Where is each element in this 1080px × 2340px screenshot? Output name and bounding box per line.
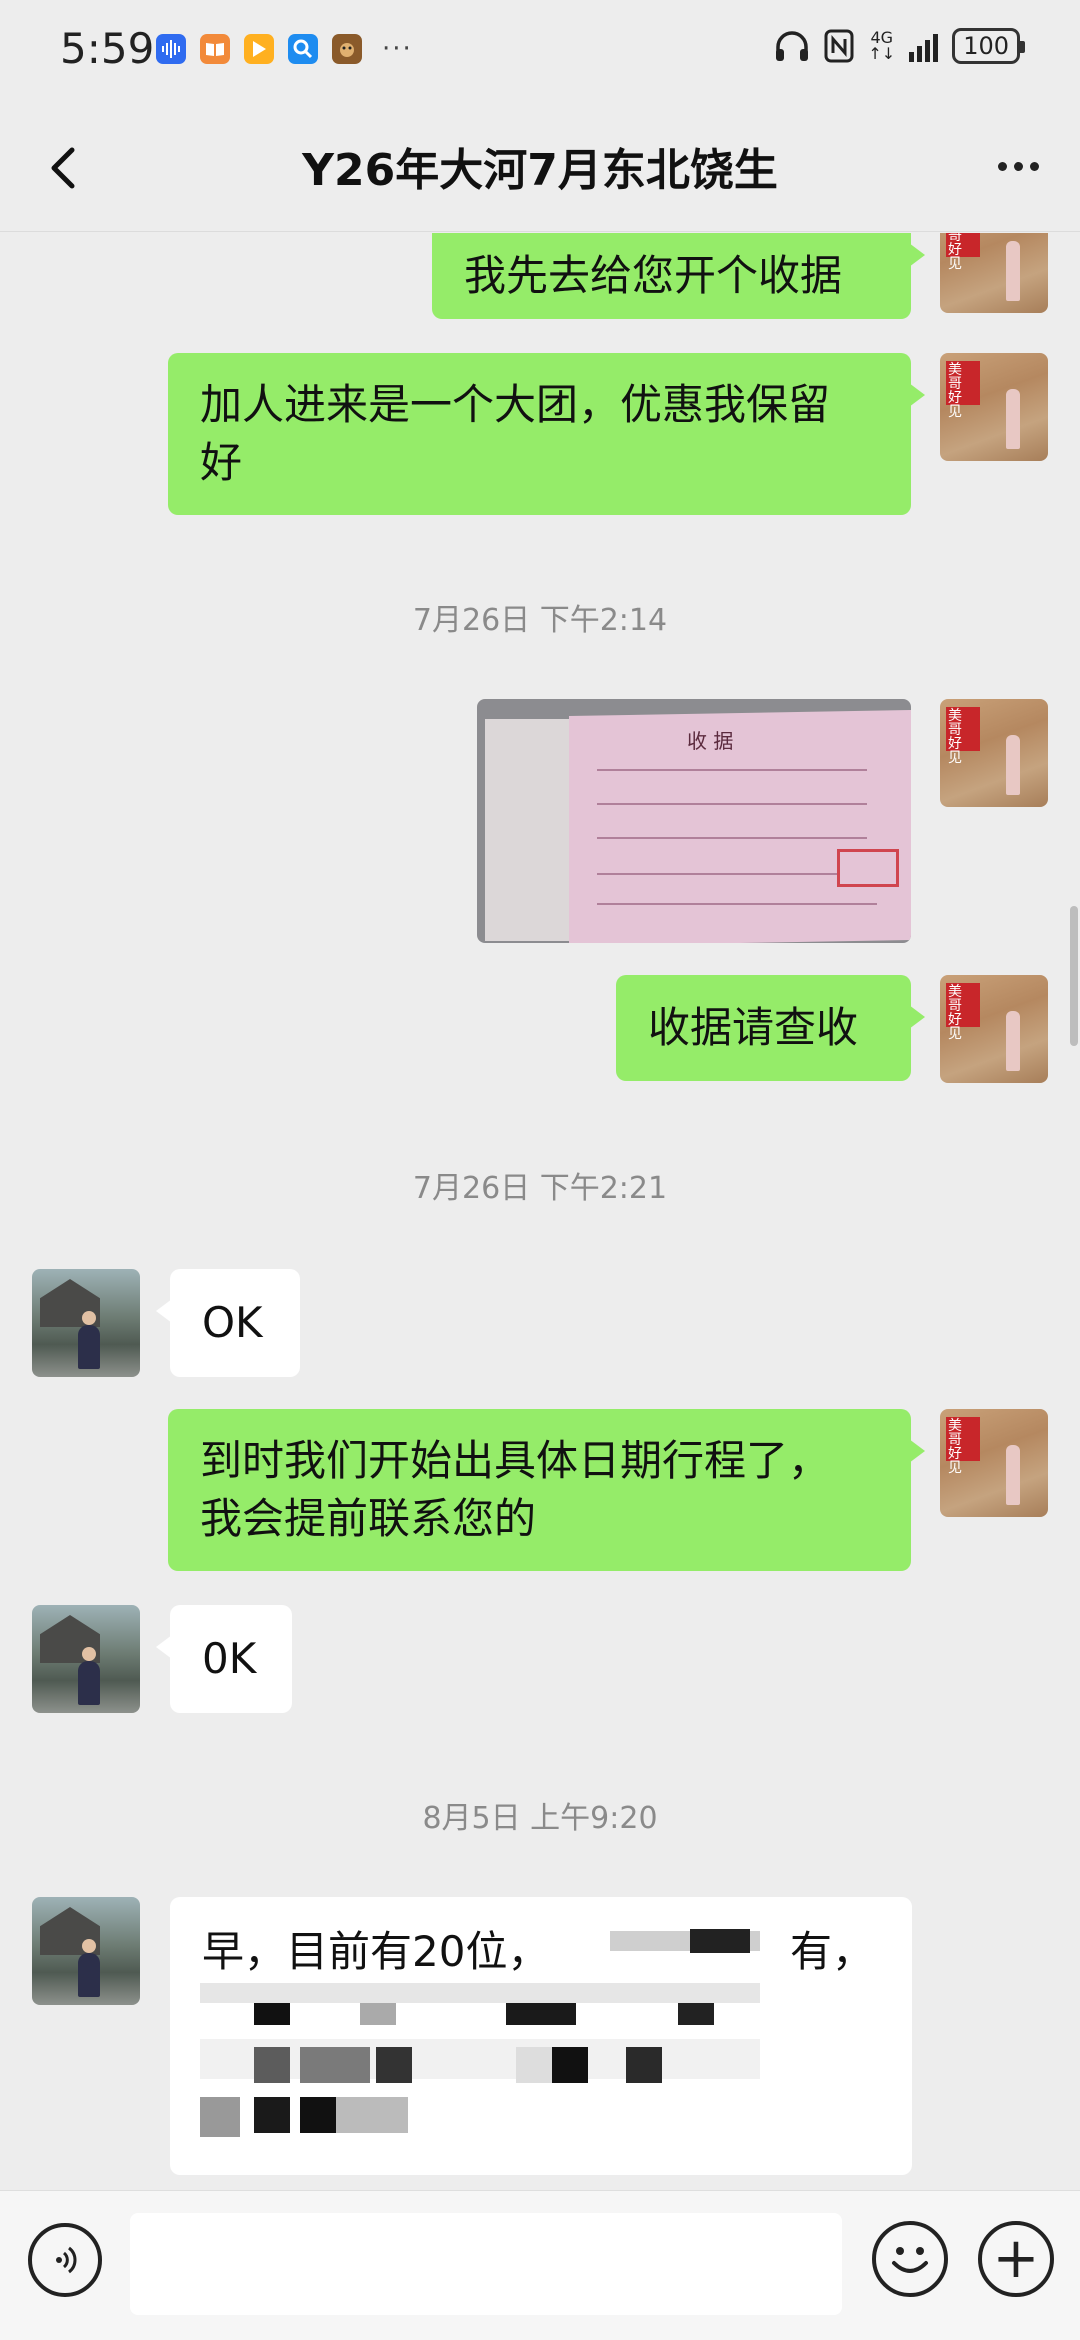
search-app-icon (288, 34, 318, 64)
headphones-icon (776, 31, 809, 61)
my-avatar[interactable]: 美 哥好 见 (940, 699, 1048, 807)
redaction-block (690, 1929, 750, 1953)
more-notifications-icon: ··· (382, 34, 413, 64)
message-bubble-sent[interactable]: 加人进来是一个大团，优惠我保留 好 (168, 353, 925, 515)
nfc-icon (824, 29, 854, 63)
my-avatar[interactable]: 美 哥好 见 (940, 975, 1048, 1083)
game-app-icon (332, 34, 362, 64)
signal-icon (909, 30, 939, 62)
emoji-button[interactable] (872, 2221, 948, 2297)
emoji-icon (892, 2247, 928, 2273)
contact-avatar[interactable] (32, 1269, 140, 1377)
book-app-icon (200, 34, 230, 64)
message-list[interactable]: 我先去给您开个收据 美 哥好 见 加人进来是一个大团，优惠我保留 好 美 哥好 … (0, 233, 1080, 2190)
message-text-line: 我会提前联系您的 (200, 1494, 537, 1543)
red-seal (837, 849, 899, 887)
my-avatar[interactable]: 美 哥好 见 (940, 233, 1048, 313)
message-bubble-received[interactable]: 0K (156, 1605, 292, 1713)
redaction-block (516, 2047, 552, 2083)
plus-button[interactable]: + (978, 2221, 1054, 2297)
voice-app-icon (156, 34, 186, 64)
voice-icon (56, 2246, 77, 2274)
message-text-line: 到时我们开始出具体日期行程了， (200, 1436, 831, 1485)
redaction-block (254, 2003, 290, 2025)
redaction-block (254, 2047, 290, 2083)
message-bubble-received[interactable]: OK (156, 1269, 300, 1377)
contact-avatar[interactable] (32, 1897, 140, 2005)
redaction-block (254, 2097, 290, 2133)
message-input[interactable] (130, 2213, 842, 2315)
message-text: 0K (202, 1634, 257, 1683)
plus-icon: + (992, 2226, 1040, 2291)
message-bubble-sent[interactable]: 到时我们开始出具体日期行程了， 我会提前联系您的 (168, 1409, 925, 1571)
scrollbar[interactable] (1070, 906, 1078, 1046)
my-avatar[interactable]: 美 哥好 见 (940, 353, 1048, 461)
message-text-line: 好 (200, 438, 243, 487)
redaction-block (678, 2003, 714, 2025)
timestamp: 8月5日 上午9:20 (422, 1801, 658, 1836)
message-text-partial: 有， (790, 1927, 875, 1976)
redaction-block (300, 2047, 370, 2083)
message-text: 我先去给您开个收据 (464, 251, 843, 300)
status-time: 5:59 (60, 24, 155, 73)
input-bar: + (0, 2190, 1080, 2340)
redaction-block (200, 2097, 240, 2137)
chat-header: Y26年大河7月东北饶生 (0, 100, 1080, 232)
voice-button[interactable] (28, 2223, 102, 2297)
receipt-photo[interactable]: 收 据 (477, 699, 911, 943)
contact-avatar[interactable] (32, 1605, 140, 1713)
message-text: 收据请查收 (648, 1003, 859, 1052)
message-bubble-received-redacted[interactable]: 早，目前有20位， 有， (170, 1897, 912, 2175)
network-type: 4G ↑↓ (868, 28, 896, 63)
chat-title: Y26年大河7月东北饶生 (302, 145, 778, 196)
redaction-block (626, 2047, 662, 2083)
redaction-block (300, 2097, 336, 2133)
redaction-block (376, 2047, 412, 2083)
message-bubble-sent[interactable]: 收据请查收 (616, 975, 925, 1081)
notification-icons: ··· (156, 34, 413, 64)
more-options-button[interactable] (986, 136, 1050, 196)
timestamp: 7月26日 下午2:21 (412, 1171, 668, 1206)
redaction-block (360, 2003, 396, 2025)
message-bubble-sent[interactable]: 我先去给您开个收据 (432, 233, 925, 319)
redaction-block (200, 1983, 760, 2003)
redaction-block (336, 2097, 408, 2133)
message-text-line: 加人进来是一个大团，优惠我保留 (200, 380, 831, 429)
more-dots-icon (997, 161, 1007, 171)
timestamp: 7月26日 下午2:14 (412, 603, 668, 638)
message-text-partial: 早，目前有20位， (202, 1927, 550, 1976)
status-bar: 5:59 ··· 4G ↑↓ 100 (0, 0, 1080, 100)
battery-icon: 100 (952, 28, 1025, 64)
system-indicators: 4G ↑↓ 100 (774, 28, 1025, 64)
redaction-block (506, 2003, 576, 2025)
my-avatar[interactable]: 美 哥好 见 (940, 1409, 1048, 1517)
receipt-title: 收 据 (687, 729, 734, 753)
video-app-icon (244, 34, 274, 64)
redaction-block (552, 2047, 588, 2083)
message-text: OK (202, 1298, 263, 1347)
